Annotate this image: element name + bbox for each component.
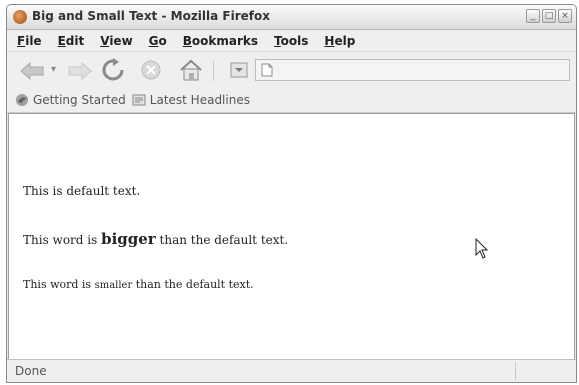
menu-go-accel: G	[148, 33, 159, 48]
title-bar[interactable]: Big and Small Text - Mozilla Firefox _ □…	[7, 5, 576, 30]
mouse-cursor-icon	[475, 238, 489, 259]
stop-icon[interactable]	[141, 60, 161, 80]
bookmarks-toolbar: Getting Started Latest Headlines	[7, 88, 576, 113]
bigger-word: bigger	[101, 230, 156, 248]
page-content: This is default text. This word is bigge…	[8, 113, 575, 361]
bigger-line-prefix: This word is	[23, 233, 102, 247]
forward-icon[interactable]	[67, 62, 93, 80]
menu-edit[interactable]: Edit	[58, 34, 85, 48]
menu-bar: File Edit View Go Bookmarks Tools Help	[7, 30, 576, 51]
bigger-text-line: This word is bigger than the default tex…	[23, 230, 288, 248]
menu-edit-accel: E	[57, 33, 66, 48]
smaller-text-line: This word is smaller than the default te…	[23, 278, 254, 291]
menu-view-label: iew	[109, 33, 133, 48]
menu-file[interactable]: File	[17, 34, 42, 48]
back-icon[interactable]	[19, 62, 45, 80]
menu-bookmarks[interactable]: Bookmarks	[183, 34, 258, 48]
menu-go[interactable]: Go	[149, 34, 167, 48]
menu-help-accel: H	[324, 33, 335, 48]
menu-tools-accel: T	[274, 33, 281, 48]
maximize-button[interactable]: □	[542, 9, 556, 23]
rss-feed-icon	[132, 94, 146, 106]
menu-bookmarks-accel: B	[182, 33, 192, 48]
menu-tools[interactable]: Tools	[274, 34, 308, 48]
menu-bookmarks-label: ookmarks	[191, 33, 259, 48]
window-title: Big and Small Text - Mozilla Firefox	[32, 9, 270, 23]
close-button[interactable]: ×	[558, 9, 572, 23]
default-text-line: This is default text.	[23, 184, 141, 198]
browser-window: Big and Small Text - Mozilla Firefox _ □…	[6, 4, 577, 383]
reload-icon[interactable]	[101, 58, 125, 82]
menu-edit-label: dit	[65, 33, 85, 48]
menu-help-label: elp	[334, 33, 356, 48]
bookmark-getting-started[interactable]: Getting Started	[15, 93, 126, 107]
toolbar-separator	[213, 61, 214, 81]
menu-view-accel: V	[100, 33, 110, 48]
status-bar: Done	[7, 359, 576, 382]
smaller-line-prefix: This word is	[23, 278, 95, 291]
navigation-toolbar: ▾	[7, 51, 576, 89]
menu-view[interactable]: View	[100, 34, 132, 48]
menu-help[interactable]: Help	[324, 34, 355, 48]
home-icon[interactable]	[178, 58, 204, 82]
menu-go-label: o	[158, 33, 167, 48]
go-icon[interactable]	[229, 60, 249, 80]
menu-tools-label: ools	[280, 33, 309, 48]
firefox-icon	[13, 10, 27, 24]
bookmark-latest-headlines[interactable]: Latest Headlines	[132, 93, 250, 107]
menu-file-label: ile	[25, 33, 42, 48]
back-history-dropdown[interactable]: ▾	[51, 64, 56, 75]
smaller-line-suffix: than the default text.	[132, 278, 254, 291]
minimize-button[interactable]: _	[526, 9, 540, 23]
bookmark-getting-started-label: Getting Started	[33, 93, 126, 107]
page-icon	[261, 63, 273, 77]
firefox-bookmark-icon	[16, 94, 28, 106]
url-bar[interactable]	[255, 59, 570, 81]
smaller-word: smaller	[94, 280, 133, 291]
window-controls: _ □ ×	[526, 9, 572, 23]
bigger-line-suffix: than the default text.	[155, 233, 289, 247]
bookmark-latest-headlines-label: Latest Headlines	[149, 93, 250, 107]
status-text: Done	[15, 364, 47, 378]
status-panel	[515, 362, 576, 380]
menu-file-accel: F	[17, 33, 26, 48]
